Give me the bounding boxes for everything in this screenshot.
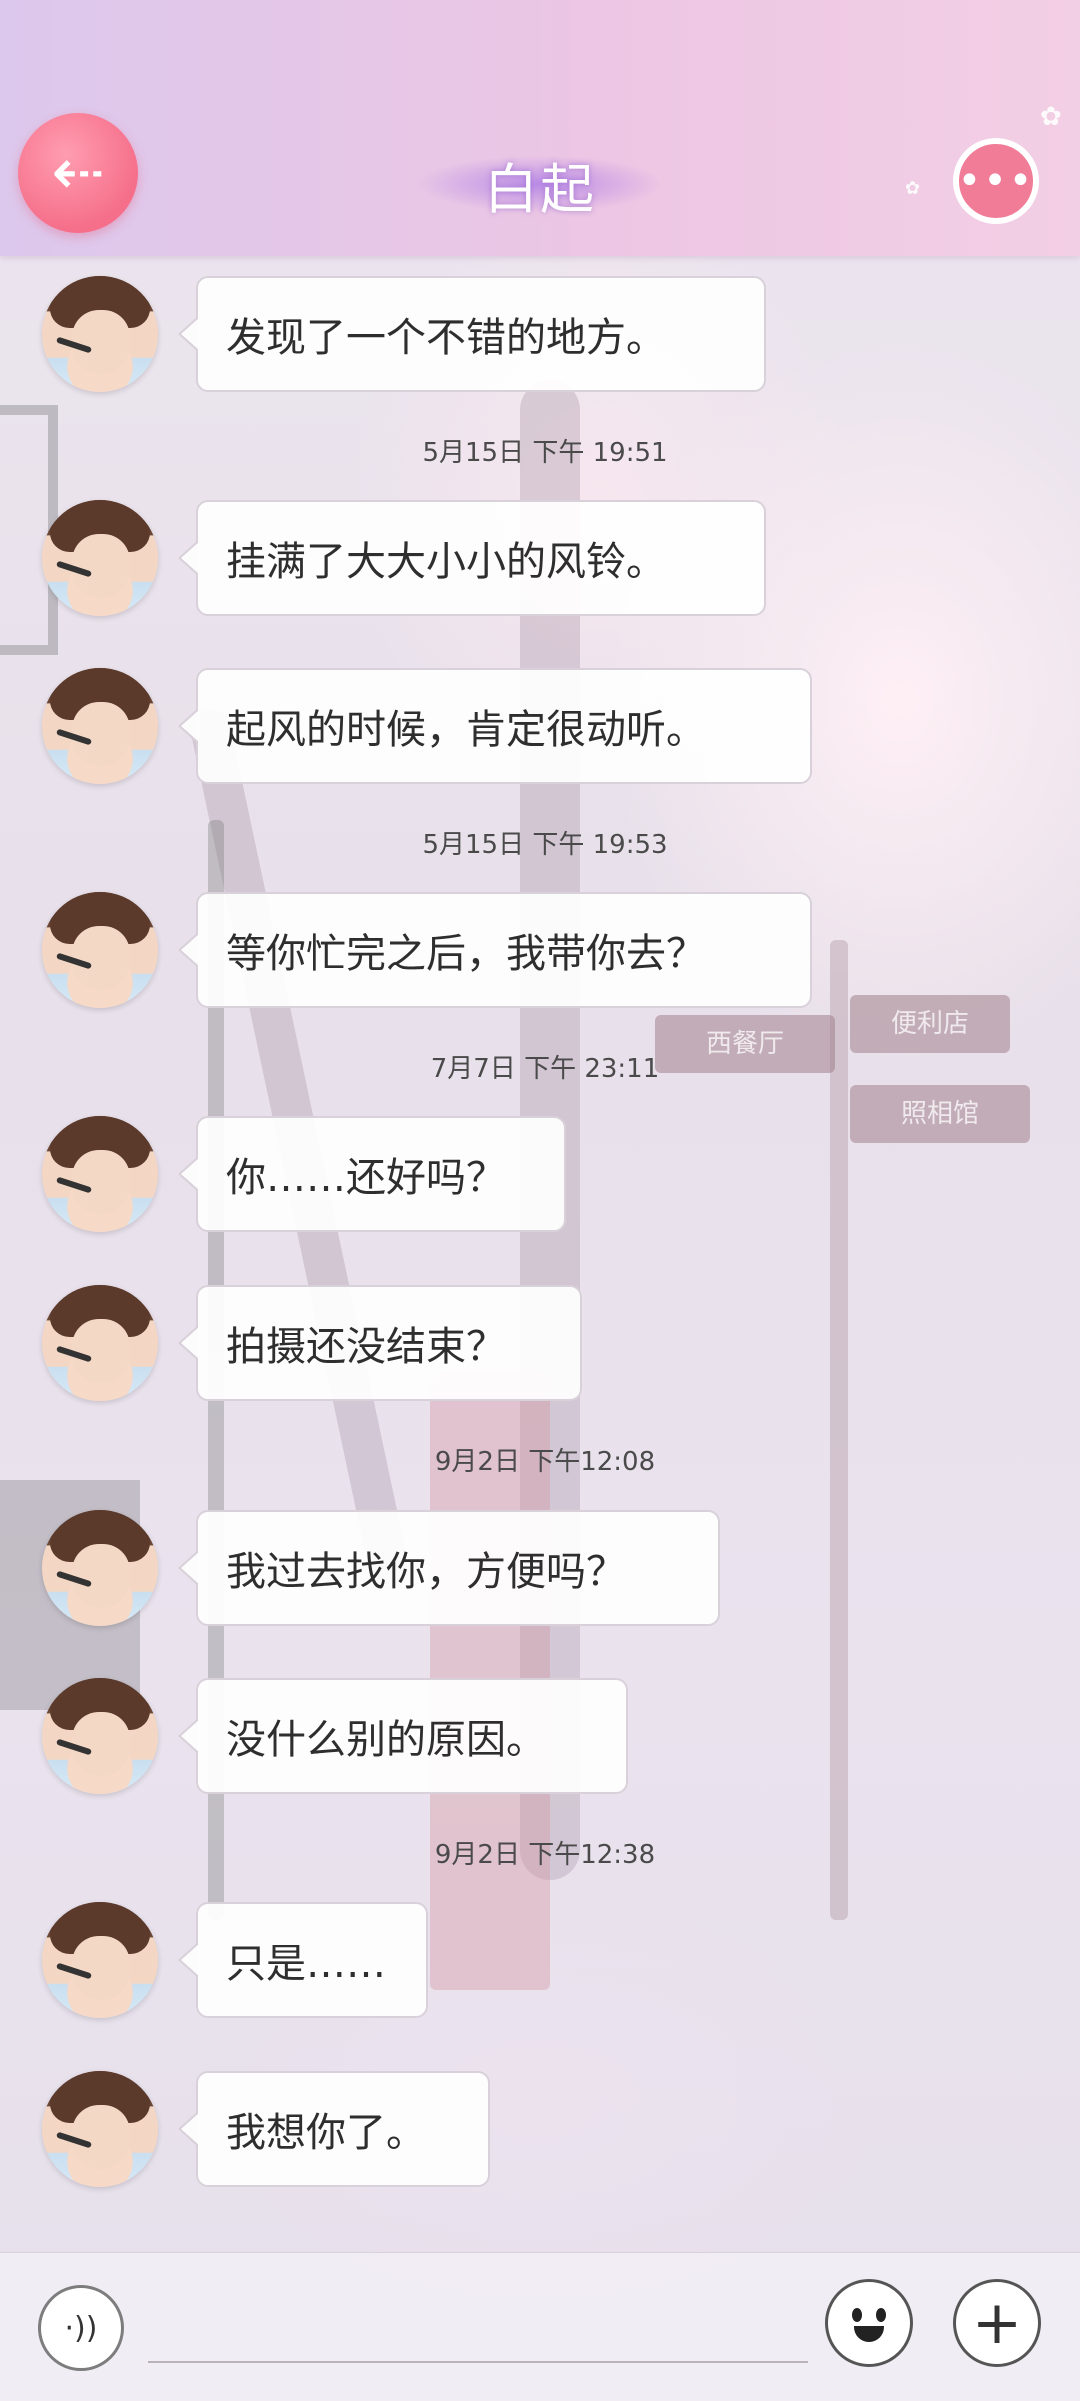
message-bubble[interactable]: 等你忙完之后，我带你去？ [178, 892, 812, 1008]
voice-button[interactable]: ·)) [38, 2285, 124, 2371]
message-bubble[interactable]: 没什么别的原因。 [178, 1678, 628, 1794]
message-bubble[interactable]: 只是…… [178, 1902, 428, 2018]
avatar[interactable] [42, 500, 158, 616]
input-bar: ·)) + [0, 2252, 1080, 2401]
emoji-icon [838, 2292, 900, 2354]
emoji-button[interactable] [825, 2279, 913, 2367]
plus-button[interactable]: + [953, 2279, 1041, 2367]
message-bubble[interactable]: 挂满了大大小小的风铃。 [178, 500, 766, 616]
sign-label: 便利店 [890, 1009, 969, 1039]
message-bubble[interactable]: 起风的时候，肯定很动听。 [178, 668, 812, 784]
signpost-sign: 便利店 [850, 995, 1010, 1053]
message-input[interactable] [148, 2361, 808, 2363]
avatar[interactable] [42, 1510, 158, 1626]
sparkle-icon: ✿ [905, 178, 921, 199]
more-options-button[interactable]: ••• [953, 138, 1039, 224]
avatar[interactable] [42, 2071, 158, 2187]
sparkle-icon: ✿ [1040, 102, 1062, 132]
voice-icon: ·)) [64, 2310, 98, 2346]
chat-header: ⇠ 白起 ✿ ✿ ••• [0, 0, 1080, 256]
avatar[interactable] [42, 1678, 158, 1794]
arrow-left-icon: ⇠ [51, 136, 105, 210]
signpost-sign: 照相馆 [850, 1085, 1030, 1143]
avatar[interactable] [42, 892, 158, 1008]
signpost-pole [830, 940, 848, 1920]
more-dots-icon: ••• [957, 158, 1035, 204]
avatar[interactable] [42, 276, 158, 392]
sign-label: 照相馆 [900, 1099, 979, 1129]
message-bubble[interactable]: 拍摄还没结束？ [178, 1285, 582, 1401]
timestamp: 9月2日 下午12:08 [434, 1447, 656, 1477]
avatar[interactable] [42, 1116, 158, 1232]
message-bubble[interactable]: 你……还好吗？ [178, 1116, 566, 1232]
back-button[interactable]: ⇠ [18, 113, 138, 233]
timestamp: 5月15日 下午 19:53 [422, 830, 668, 860]
message-bubble[interactable]: 我过去找你，方便吗？ [178, 1510, 720, 1626]
timestamp: 5月15日 下午 19:51 [422, 438, 668, 468]
avatar[interactable] [42, 1285, 158, 1401]
message-bubble[interactable]: 发现了一个不错的地方。 [178, 276, 766, 392]
avatar[interactable] [42, 668, 158, 784]
message-bubble[interactable]: 我想你了。 [178, 2071, 490, 2187]
chat-title: 白起 [484, 157, 596, 221]
timestamp: 9月2日 下午12:38 [434, 1840, 656, 1870]
chat-title-wrap: 白起 [420, 140, 660, 228]
plus-icon: + [971, 2288, 1023, 2358]
avatar[interactable] [42, 1902, 158, 2018]
timestamp: 7月7日 下午 23:11 [430, 1054, 660, 1084]
